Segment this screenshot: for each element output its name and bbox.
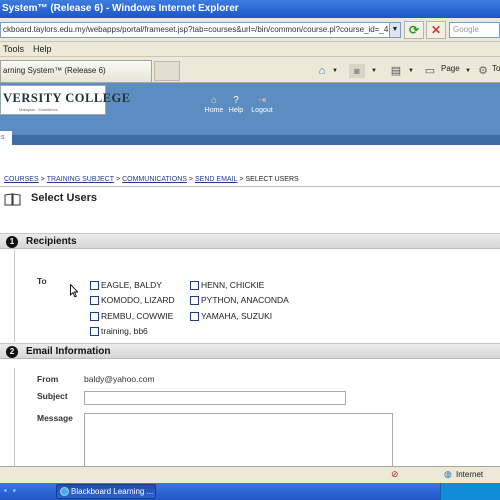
message-label: Message [37, 413, 73, 423]
breadcrumb-separator: > [239, 176, 244, 183]
from-label: From [37, 374, 59, 384]
page-icon[interactable]: ▭ [422, 64, 438, 78]
checkbox-rembu-cowwie[interactable] [90, 312, 99, 321]
logo-text: VERSITY COLLEGE [3, 91, 131, 105]
checkbox-henn-chickie[interactable] [190, 281, 199, 290]
chevron-down-icon[interactable]: ▼ [370, 64, 378, 78]
breadcrumb-training-subject[interactable]: TRAINING SUBJECT [47, 176, 114, 183]
chevron-down-icon[interactable]: ▼ [407, 64, 415, 78]
user-label-yamaha-suzuki: YAMAHA, SUZUKI [201, 311, 273, 321]
header-logout-label: Logout [251, 107, 273, 114]
refresh-icon: ⟳ [408, 23, 420, 37]
section-guide-line [14, 250, 15, 342]
to-label: To [37, 276, 47, 286]
security-zone-label: Internet [456, 470, 484, 479]
menu-tools[interactable]: Tools [3, 44, 24, 54]
mouse-cursor-icon [70, 284, 78, 298]
window-title-bar: System™ (Release 6) - Windows Internet E… [0, 0, 500, 18]
college-logo: VERSITY COLLEGE Malaysia · Excellence [0, 85, 130, 115]
user-label-rembu-cowwie: REMBU, COWWIE [101, 311, 174, 321]
subject-input[interactable] [84, 391, 346, 405]
breadcrumb-current: SELECT USERS [245, 176, 299, 183]
step-number-2: 2 [6, 346, 18, 358]
system-tray [440, 483, 500, 500]
section-guide-line [14, 368, 15, 466]
chevron-down-icon[interactable]: ▼ [331, 64, 339, 78]
help-icon: ? [233, 95, 239, 106]
web-content: VERSITY COLLEGE Malaysia · Excellence ⌂ … [0, 83, 500, 466]
stop-icon: ✕ [430, 23, 442, 37]
search-input[interactable]: Google [449, 22, 500, 38]
user-label-eagle-baldy: EAGLE, BALDY [101, 280, 162, 290]
checkbox-python-anaconda[interactable] [190, 296, 199, 305]
message-textarea[interactable] [84, 413, 393, 466]
email-section-title: Email Information [26, 346, 111, 357]
refresh-button[interactable]: ⟳ [404, 21, 424, 39]
menu-help[interactable]: Help [33, 44, 52, 54]
breadcrumb-separator: > [116, 176, 121, 183]
ie-icon [60, 487, 69, 496]
header-help-label: Help [228, 107, 244, 114]
user-label-python-anaconda: PYTHON, ANACONDA [201, 295, 289, 305]
logout-icon: ⇥ [257, 95, 267, 106]
header-logout-button[interactable]: ⇥ Logout [249, 95, 275, 114]
course-tab[interactable]: s [0, 131, 12, 145]
status-bar [0, 466, 500, 483]
user-label-henn-chickie: HENN, CHICKIE [201, 280, 265, 290]
stop-button[interactable]: ✕ [426, 21, 446, 39]
address-bar[interactable]: ckboard.taylors.edu.my/webapps/portal/fr… [0, 22, 390, 38]
address-dropdown-button[interactable]: ▼ [389, 22, 401, 38]
chevron-down-icon[interactable]: ▼ [464, 64, 472, 78]
gear-icon[interactable]: ⚙ [475, 64, 491, 78]
menu-bar [0, 42, 500, 57]
browser-tab-active[interactable]: arning System™ (Release 6) [0, 60, 152, 82]
logo-subtitle: Malaysia · Excellence [19, 107, 58, 112]
breadcrumb-send-email[interactable]: SEND EMAIL [195, 176, 237, 183]
tools-menu[interactable]: To [492, 64, 500, 73]
home-icon[interactable]: ⌂ [314, 64, 330, 78]
taskbar-button-ie[interactable]: Blackboard Learning ... [56, 484, 156, 499]
breadcrumb-separator: > [40, 176, 45, 183]
new-tab-button[interactable] [154, 61, 180, 81]
page-title: Select Users [31, 192, 98, 204]
checkbox-komodo-lizard[interactable] [90, 296, 99, 305]
quick-launch-icons[interactable]: ▪▪ [4, 486, 22, 495]
header-home-label: Home [204, 107, 224, 114]
feeds-icon[interactable]: ◙ [349, 64, 365, 78]
user-label-komodo-lizard: KOMODO, LIZARD [101, 295, 175, 305]
from-value: baldy@yahoo.com [84, 374, 155, 384]
breadcrumb-separator: > [188, 176, 194, 183]
print-icon[interactable]: ▤ [387, 64, 405, 78]
recipients-section-title: Recipients [26, 236, 77, 247]
course-tab-strip [0, 135, 500, 145]
breadcrumb-divider [0, 186, 500, 187]
header-help-button[interactable]: ? Help [223, 95, 249, 114]
breadcrumb-courses[interactable]: COURSES [4, 176, 39, 183]
checkbox-training-bb6[interactable] [90, 327, 99, 336]
user-label-training-bb6: training, bb6 [101, 326, 148, 336]
globe-icon: ◍ [444, 469, 452, 479]
breadcrumb: COURSES > TRAINING SUBJECT > COMMUNICATIONS >… [4, 176, 299, 183]
step-number-1: 1 [6, 236, 18, 248]
book-icon [4, 193, 21, 206]
subject-label: Subject [37, 391, 68, 401]
page-menu[interactable]: Page [441, 64, 460, 73]
breadcrumb-communications[interactable]: COMMUNICATIONS [122, 176, 187, 183]
security-icon: ⊘ [391, 469, 399, 479]
checkbox-eagle-baldy[interactable] [90, 281, 99, 290]
checkbox-yamaha-suzuki[interactable] [190, 312, 199, 321]
